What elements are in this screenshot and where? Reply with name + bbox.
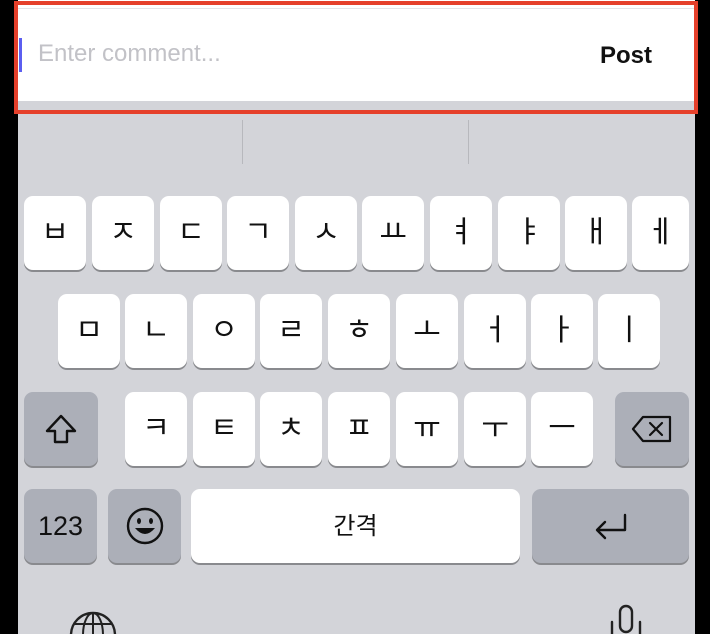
suggestion-divider <box>468 120 469 164</box>
emoji-key[interactable] <box>108 489 181 563</box>
key-giyeok[interactable]: ㄱ <box>227 196 289 270</box>
backspace-icon <box>631 415 672 443</box>
key-yo[interactable]: ㅛ <box>362 196 424 270</box>
key-eo[interactable]: ㅓ <box>464 294 526 368</box>
key-chieut[interactable]: ㅊ <box>260 392 322 466</box>
key-ieung[interactable]: ㅇ <box>193 294 255 368</box>
key-o[interactable]: ㅗ <box>396 294 458 368</box>
key-bieup[interactable]: ㅂ <box>24 196 86 270</box>
key-u[interactable]: ㅜ <box>464 392 526 466</box>
comment-bar: Post <box>18 0 695 101</box>
shift-icon <box>45 414 77 444</box>
comment-input[interactable] <box>38 34 558 74</box>
key-digeut[interactable]: ㄷ <box>160 196 222 270</box>
key-yu[interactable]: ㅠ <box>396 392 458 466</box>
suggestion-divider <box>242 120 243 164</box>
key-a[interactable]: ㅏ <box>531 294 593 368</box>
key-jieut[interactable]: ㅈ <box>92 196 154 270</box>
key-i[interactable]: ㅣ <box>598 294 660 368</box>
top-divider <box>18 8 695 9</box>
text-caret <box>19 38 22 72</box>
key-ae[interactable]: ㅐ <box>565 196 627 270</box>
post-button[interactable]: Post <box>600 38 680 74</box>
key-eu[interactable]: ㅡ <box>531 392 593 466</box>
key-rieul[interactable]: ㄹ <box>260 294 322 368</box>
phone-screen: Post ㅂ ㅈ ㄷ ㄱ ㅅ ㅛ ㅕ ㅑ ㅐ ㅔ ㅁ ㄴ ㅇ ㄹ ㅎ ㅗ ㅓ ㅏ… <box>18 0 695 634</box>
key-yeo[interactable]: ㅕ <box>430 196 492 270</box>
key-siot[interactable]: ㅅ <box>295 196 357 270</box>
key-tieut[interactable]: ㅌ <box>193 392 255 466</box>
emoji-icon <box>126 507 163 545</box>
return-key[interactable] <box>532 489 689 563</box>
return-icon <box>595 513 626 540</box>
key-ya[interactable]: ㅑ <box>498 196 560 270</box>
globe-icon[interactable] <box>68 610 118 634</box>
key-nieun[interactable]: ㄴ <box>125 294 187 368</box>
key-hieut[interactable]: ㅎ <box>328 294 390 368</box>
key-pieup[interactable]: ㅍ <box>328 392 390 466</box>
numbers-key[interactable]: 123 <box>24 489 97 563</box>
delete-key[interactable] <box>615 392 689 466</box>
key-e[interactable]: ㅔ <box>632 196 689 270</box>
shift-key[interactable] <box>24 392 98 466</box>
key-mieum[interactable]: ㅁ <box>58 294 120 368</box>
microphone-icon[interactable] <box>606 604 646 634</box>
key-kieuk[interactable]: ㅋ <box>125 392 187 466</box>
space-key[interactable]: 간격 <box>191 489 520 563</box>
